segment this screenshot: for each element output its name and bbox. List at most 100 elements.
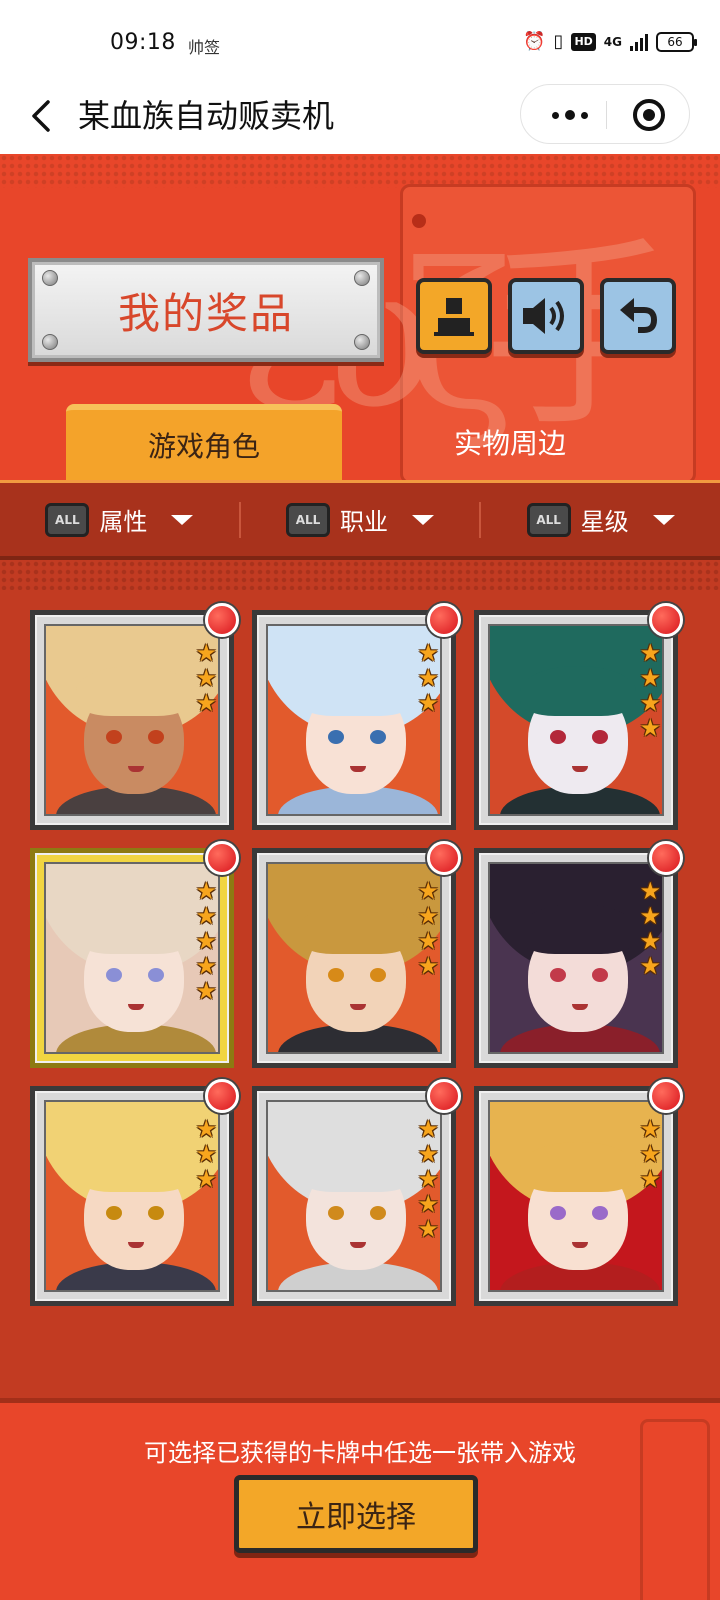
- character-portrait: [488, 862, 664, 1054]
- more-button[interactable]: [545, 103, 595, 127]
- star-icon: ★: [639, 664, 661, 692]
- character-portrait: [488, 1100, 664, 1292]
- new-badge-dot: [205, 841, 239, 875]
- alarm-icon: ⏰: [523, 31, 546, 52]
- character-card[interactable]: ★ ★ ★: [252, 603, 461, 830]
- new-badge-dot: [649, 841, 683, 875]
- filter-label: 属性: [99, 508, 148, 536]
- star-icon: ★: [639, 639, 661, 667]
- star-icon: ★: [417, 689, 439, 717]
- filter-label: 星级: [580, 508, 629, 536]
- caret-down-icon: [652, 514, 675, 525]
- star-icon: ★: [417, 1190, 439, 1218]
- tab-physical-merch[interactable]: 实物周边: [372, 404, 648, 480]
- speaker-icon: [523, 298, 564, 334]
- character-card[interactable]: ★ ★ ★ ★ ★: [252, 1079, 461, 1306]
- character-portrait: [266, 624, 442, 816]
- star-icon: ★: [195, 902, 217, 930]
- status-bar: 09:18 帅签 ⏰ ▯ HD 4G 66: [0, 0, 720, 84]
- star-icon: ★: [195, 1140, 217, 1168]
- footer: 可选择已获得的卡牌中任选一张带入游戏 立即选择: [0, 1398, 720, 1600]
- plate-rivet: [354, 270, 370, 286]
- character-card[interactable]: ★ ★ ★: [30, 1079, 239, 1306]
- star-icon: ★: [195, 977, 217, 1005]
- star-icon: ★: [417, 639, 439, 667]
- filter-label: 职业: [340, 508, 388, 536]
- new-badge-dot: [649, 1079, 683, 1113]
- star-icon: ★: [639, 902, 661, 930]
- sound-button[interactable]: [508, 278, 584, 354]
- character-card[interactable]: ★ ★ ★: [30, 603, 239, 830]
- profile-button[interactable]: [416, 278, 492, 354]
- chevron-left-icon: [32, 100, 50, 132]
- filter-bar: ALL 属性 ALL 职业 ALL 星级: [0, 480, 720, 560]
- new-badge-dot: [205, 1079, 239, 1113]
- character-card[interactable]: ★ ★ ★ ★: [474, 603, 683, 830]
- star-icon: ★: [639, 1165, 661, 1193]
- character-card[interactable]: ★ ★ ★ ★: [474, 841, 683, 1068]
- star-icon: ★: [417, 1140, 439, 1168]
- all-badge: ALL: [526, 502, 571, 537]
- undo-arrow-icon: [620, 298, 658, 333]
- star-rating: ★ ★ ★: [195, 641, 217, 716]
- filter-attribute-dropdown[interactable]: ALL 属性: [0, 502, 239, 537]
- star-icon: ★: [195, 689, 217, 717]
- star-icon: ★: [417, 664, 439, 692]
- filter-class-dropdown[interactable]: ALL 职业: [241, 502, 480, 537]
- tab-label: 实物周边: [453, 427, 566, 460]
- filter-star-dropdown[interactable]: ALL 星级: [481, 502, 720, 537]
- plate-rivet: [354, 334, 370, 350]
- tab-game-characters[interactable]: 游戏角色: [66, 404, 342, 480]
- my-prizes-title: 我的奖品: [117, 288, 294, 338]
- character-card[interactable]: ★ ★ ★ ★ ★: [30, 841, 239, 1068]
- caret-down-icon: [412, 514, 434, 525]
- character-card[interactable]: ★ ★ ★ ★: [252, 841, 461, 1068]
- star-icon: ★: [639, 1115, 661, 1143]
- network-type-label: 4G: [603, 35, 622, 49]
- star-icon: ★: [639, 689, 661, 717]
- star-icon: ★: [195, 1165, 217, 1193]
- star-rating: ★ ★ ★ ★: [639, 641, 661, 741]
- star-icon: ★: [195, 664, 217, 692]
- star-icon: ★: [417, 1215, 439, 1243]
- character-portrait: [488, 624, 664, 816]
- star-icon: ★: [639, 877, 661, 905]
- caret-down-icon: [171, 514, 194, 525]
- tabs-row: 游戏角色 实物周边: [0, 404, 720, 480]
- decor-rivet: [412, 214, 426, 228]
- return-button[interactable]: [600, 278, 676, 354]
- status-icons: ⏰ ▯ HD 4G 66: [523, 30, 697, 54]
- select-now-button[interactable]: 立即选择: [234, 1475, 478, 1553]
- plate-rivet: [42, 334, 58, 350]
- star-icon: ★: [195, 1115, 217, 1143]
- star-icon: ★: [195, 877, 217, 905]
- star-icon: ★: [195, 639, 217, 667]
- miniprogram-capsule: [520, 84, 690, 144]
- back-button[interactable]: [24, 94, 60, 138]
- star-icon: ★: [417, 1115, 439, 1143]
- character-portrait: [44, 1100, 220, 1292]
- star-icon: ★: [195, 927, 217, 955]
- character-card[interactable]: ★ ★ ★: [474, 1079, 683, 1306]
- pixel-pattern: [0, 560, 720, 590]
- tab-label: 游戏角色: [147, 430, 260, 463]
- signal-icon: [630, 33, 648, 51]
- capsule-divider: [606, 101, 607, 129]
- new-badge-dot: [427, 603, 461, 637]
- star-icon: ★: [417, 952, 439, 980]
- star-icon: ★: [195, 952, 217, 980]
- card-grid: ★ ★ ★ ★ ★ ★ ★ ★ ★ ★ ★ ★ ★ ★ ★ ★ ★ ★ ★ ★ ★ ★ ★ ★ ★ ★ ★ ★ ★ ★ ★ ★ ★ ★: [0, 560, 720, 1398]
- plate-rivet: [42, 270, 58, 286]
- user-icon: [434, 298, 474, 336]
- notification-app-icon: 帅签: [188, 38, 221, 57]
- star-icon: ★: [417, 902, 439, 930]
- game-area: ευζ手 我的奖品 游戏角色: [0, 154, 720, 1600]
- character-portrait: [266, 862, 442, 1054]
- star-icon: ★: [417, 877, 439, 905]
- close-miniprogram-button[interactable]: [633, 99, 665, 131]
- star-rating: ★ ★ ★ ★: [417, 879, 439, 979]
- new-badge-dot: [649, 603, 683, 637]
- star-rating: ★ ★ ★ ★ ★: [417, 1117, 439, 1242]
- star-icon: ★: [639, 714, 661, 742]
- all-badge: ALL: [286, 502, 330, 537]
